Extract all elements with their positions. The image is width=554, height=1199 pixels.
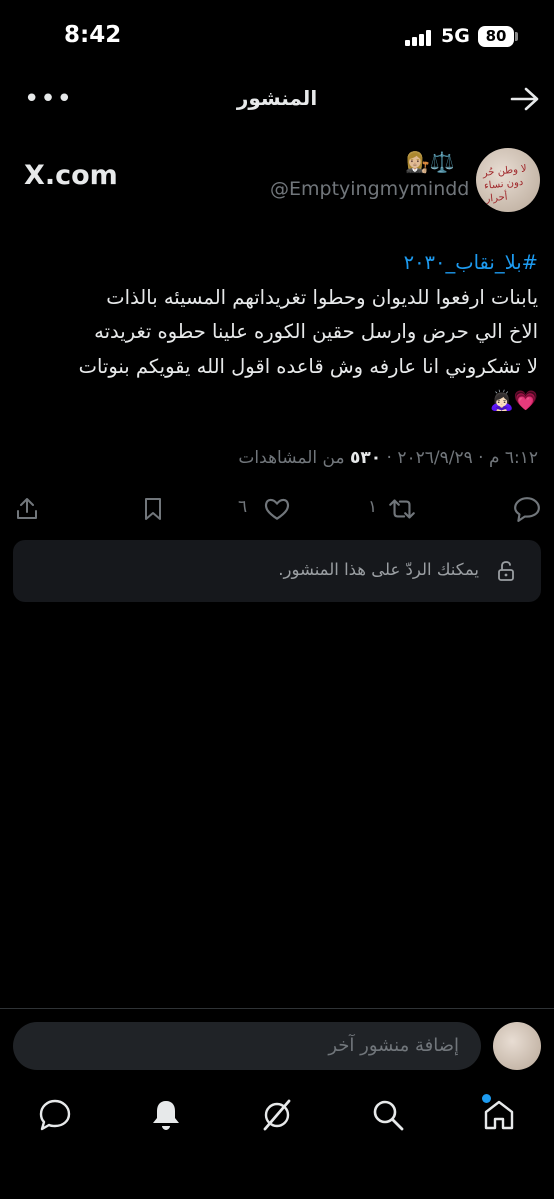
repost-icon[interactable] (386, 494, 418, 524)
user-avatar[interactable] (493, 1022, 541, 1070)
author-handle[interactable]: @Emptyingmymindd (270, 178, 469, 200)
signal-icon (405, 30, 435, 46)
x-watermark: X.com (24, 160, 118, 191)
author-emojis: 👩🏼‍⚖️⚖️ (405, 150, 455, 174)
page-title: المنشور (236, 86, 318, 110)
tweet-text: #بلا_نقاب_٢٠٣٠ يابنات ارفعوا للديوان وحط… (16, 246, 538, 419)
search-icon[interactable] (370, 1097, 406, 1133)
share-icon[interactable] (14, 494, 40, 524)
reply-icon[interactable] (513, 494, 541, 524)
author-avatar[interactable]: ﻻ وطن حُر دون نساء أحرار (476, 148, 540, 212)
tweet-emojis: 💗🙇🏻‍♀️ (489, 389, 538, 412)
back-arrow-icon[interactable] (510, 86, 540, 112)
like-count: ٦ (238, 497, 248, 517)
meta-separator: · (478, 448, 484, 468)
grok-icon[interactable] (259, 1097, 295, 1133)
views-label: من المشاهدات (238, 448, 345, 468)
tweet-meta: ٦:١٢ م · ٢٠٢٦/٩/٢٩ · ٥٣٠ من المشاهدات (238, 448, 538, 468)
tweet-time: ٦:١٢ م (488, 448, 538, 468)
reply-restriction-text: يمكنك الردّ على هذا المنشور. (278, 560, 479, 579)
views-count: ٥٣٠ (349, 448, 382, 468)
like-count-wrap[interactable]: ٦ (238, 497, 247, 527)
compose-input[interactable]: إضافة منشور آخر (13, 1022, 481, 1070)
repost-count: ١ (368, 497, 378, 517)
messages-icon[interactable] (37, 1097, 73, 1133)
status-time: 8:42 (64, 22, 122, 48)
heart-icon[interactable] (263, 494, 291, 524)
tweet-date: ٢٠٢٦/٩/٢٩ (397, 448, 473, 468)
repost-count-wrap[interactable]: ١ (368, 497, 377, 527)
reply-restriction-banner: يمكنك الردّ على هذا المنشور. (13, 540, 541, 602)
lock-open-icon (498, 561, 514, 581)
hashtag-link[interactable]: #بلا_نقاب_٢٠٣٠ (16, 246, 538, 281)
tweet-line: لا تشكروني انا عارفه وش قاعده اقول الله … (78, 354, 538, 378)
meta-separator: · (386, 448, 392, 468)
network-type: 5G (441, 25, 470, 47)
avatar-scrawl: ﻻ وطن حُر دون نساء أحرار (482, 163, 528, 205)
bookmark-icon[interactable] (140, 494, 166, 524)
tweet-line: الاخ الي حرض وارسل حقين الكوره علينا حطو… (94, 320, 538, 343)
battery-tip (515, 32, 518, 41)
home-notification-dot (482, 1094, 491, 1103)
tweet-line: يابنات ارفعوا للديوان وحطوا تغريداتهم ال… (106, 285, 538, 309)
notifications-icon[interactable] (148, 1097, 184, 1133)
divider (0, 1008, 554, 1009)
compose-placeholder: إضافة منشور آخر (328, 1035, 459, 1056)
battery-icon: 80 (478, 26, 514, 47)
